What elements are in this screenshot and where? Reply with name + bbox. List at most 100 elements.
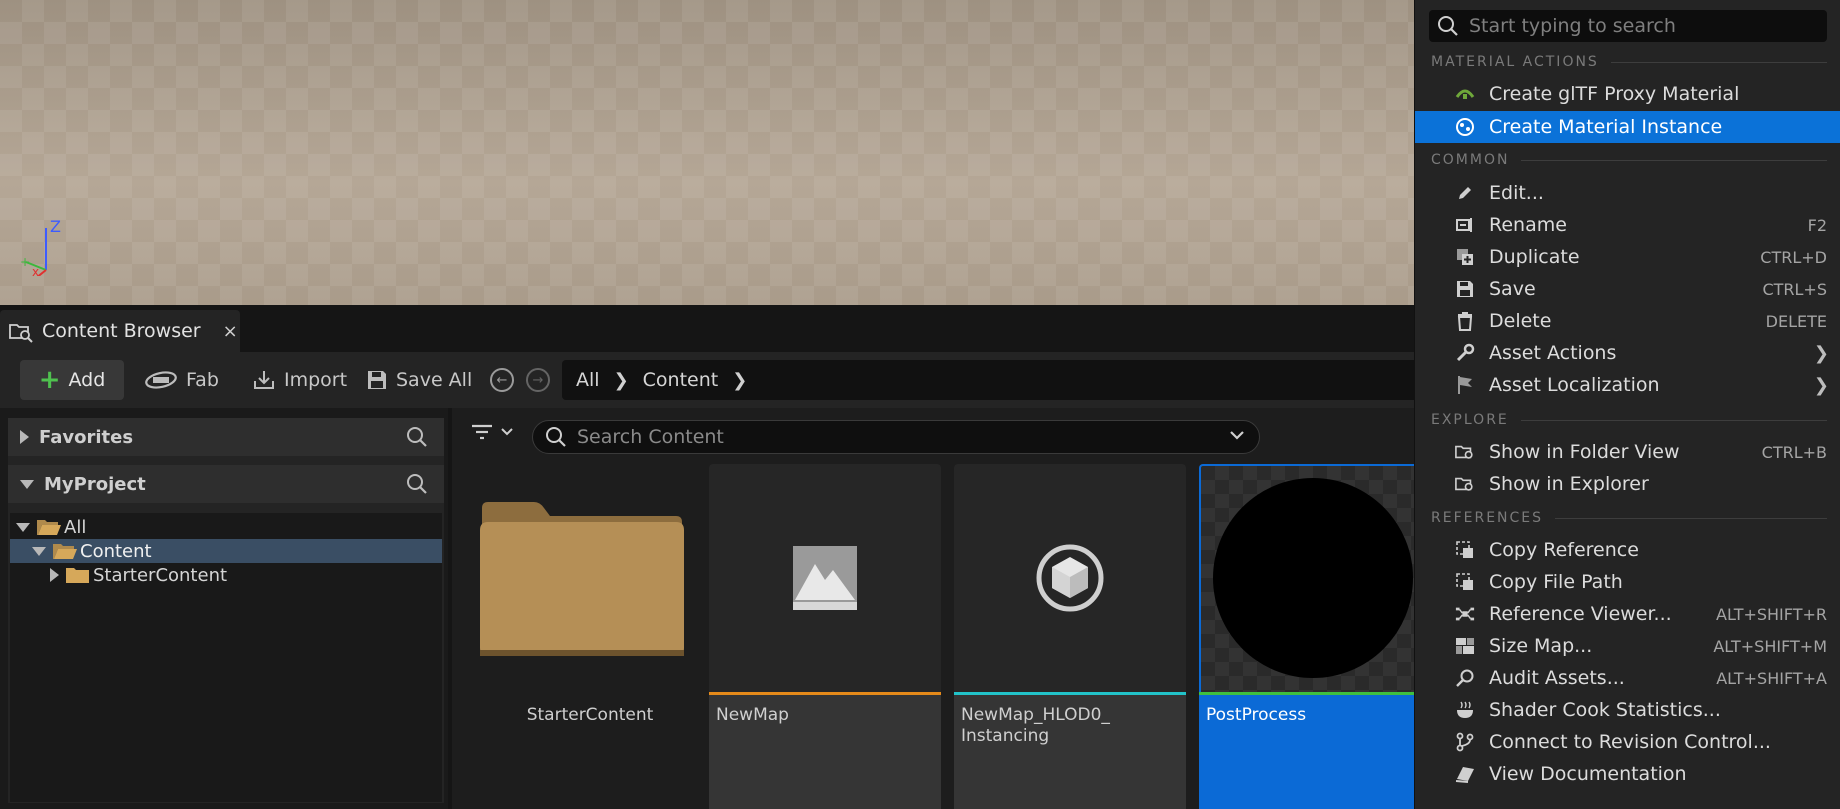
asset-thumbnail (709, 464, 941, 692)
collapsed-arrow-icon (50, 568, 59, 582)
favorites-header[interactable]: Favorites (8, 418, 444, 456)
fab-button[interactable]: Fab (136, 360, 227, 400)
asset-tile-hlod[interactable]: NewMap_HLOD0_ Instancing (954, 464, 1186, 809)
menu-item-label: Copy Reference (1489, 539, 1639, 561)
tab-content-browser[interactable]: Content Browser × (0, 310, 240, 352)
menu-item-shortcut: F2 (1807, 215, 1827, 235)
folder-tree: All Content StarterContent (10, 513, 442, 802)
tree-item-all[interactable]: All (10, 515, 442, 539)
import-button[interactable]: Import (244, 360, 355, 400)
menu-item-reference-viewer[interactable]: Reference Viewer... ALT+SHIFT+R (1415, 598, 1840, 630)
asset-info: PostProcess (1199, 695, 1431, 809)
back-arrow-icon[interactable]: ← (490, 368, 514, 392)
menu-item-label: Audit Assets... (1489, 667, 1625, 689)
search-icon[interactable] (406, 426, 428, 448)
folder-icon (66, 568, 89, 583)
tab-title: Content Browser (42, 320, 201, 342)
menu-item-rename[interactable]: Rename F2 (1415, 209, 1840, 241)
section-label: COMMON (1431, 152, 1510, 168)
tree-item-content[interactable]: Content (10, 539, 442, 563)
myproject-header[interactable]: MyProject (8, 465, 444, 503)
menu-item-label: Asset Actions (1489, 342, 1617, 364)
sources-panel-inner: Favorites MyProject All Content StarterC… (8, 418, 444, 803)
content-browser-icon (9, 324, 33, 343)
menu-item-save[interactable]: Save CTRL+S (1415, 273, 1840, 305)
menu-item-size-map[interactable]: Size Map... ALT+SHIFT+M (1415, 630, 1840, 662)
material-instance-icon (1455, 118, 1475, 136)
menu-item-label: Create glTF Proxy Material (1489, 83, 1740, 105)
menu-item-label: Edit... (1489, 182, 1544, 204)
menu-item-show-explorer[interactable]: Show in Explorer (1415, 468, 1840, 500)
context-menu: Start typing to search MATERIAL ACTIONS … (1414, 0, 1840, 809)
import-label: Import (284, 369, 348, 391)
add-label: Add (68, 369, 106, 391)
menu-item-view-documentation[interactable]: View Documentation (1415, 758, 1840, 790)
chevron-right-icon[interactable]: ❯ (614, 370, 629, 391)
level-viewport[interactable]: Z + x (0, 0, 1414, 305)
menu-item-audit-assets[interactable]: Audit Assets... ALT+SHIFT+A (1415, 662, 1840, 694)
asset-tile-postprocess[interactable]: PostProcess (1199, 464, 1431, 809)
rename-icon (1455, 216, 1475, 234)
menu-item-connect-revision-control[interactable]: Connect to Revision Control... (1415, 726, 1840, 758)
menu-item-label: Connect to Revision Control... (1489, 731, 1771, 753)
chevron-down-icon[interactable] (1229, 429, 1245, 441)
section-material-actions: MATERIAL ACTIONS (1431, 52, 1827, 72)
chevron-right-icon[interactable]: ❯ (732, 370, 747, 391)
asset-tile-startercontent[interactable]: StarterContent (474, 464, 706, 809)
section-label: REFERENCES (1431, 510, 1544, 526)
menu-item-label: Shader Cook Statistics... (1489, 699, 1721, 721)
svg-text:+: + (20, 255, 30, 269)
menu-item-create-gltf-proxy[interactable]: Create glTF Proxy Material (1415, 78, 1840, 110)
menu-item-delete[interactable]: Delete DELETE (1415, 305, 1840, 337)
save-icon (368, 371, 386, 389)
asset-info: NewMap (709, 695, 941, 809)
menu-item-shortcut: CTRL+S (1762, 279, 1827, 299)
folder-icon (480, 502, 684, 656)
menu-item-label: Show in Explorer (1489, 473, 1649, 495)
menu-item-create-material-instance[interactable]: Create Material Instance (1415, 111, 1840, 143)
duplicate-icon (1455, 248, 1475, 266)
divider (1520, 419, 1827, 421)
audit-icon (1455, 669, 1475, 687)
menu-item-asset-localization[interactable]: Asset Localization ❯ (1415, 369, 1840, 401)
tree-item-startercontent[interactable]: StarterContent (10, 563, 442, 587)
section-label: MATERIAL ACTIONS (1431, 54, 1599, 70)
menu-item-show-folder-view[interactable]: Show in Folder View CTRL+B (1415, 436, 1840, 468)
menu-item-edit[interactable]: Edit... (1415, 177, 1840, 209)
pencil-icon (1455, 184, 1475, 202)
trash-icon (1455, 312, 1475, 331)
menu-item-duplicate[interactable]: Duplicate CTRL+D (1415, 241, 1840, 273)
asset-view: Search Content StarterContent NewMap New… (452, 408, 1431, 809)
menu-item-label: Duplicate (1489, 246, 1580, 268)
menu-item-asset-actions[interactable]: Asset Actions ❯ (1415, 337, 1840, 369)
menu-item-copy-file-path[interactable]: Copy File Path (1415, 566, 1840, 598)
asset-name: NewMap_HLOD0_ (961, 705, 1110, 725)
tree-item-label: All (64, 516, 87, 538)
menu-search-input[interactable]: Start typing to search (1429, 10, 1827, 42)
copy-icon (1455, 573, 1475, 591)
fab-icon (145, 371, 177, 389)
add-button[interactable]: + Add (20, 360, 124, 400)
divider (1521, 159, 1827, 161)
section-common: COMMON (1431, 150, 1827, 170)
asset-name-line2: Instancing (961, 726, 1050, 746)
breadcrumb-all[interactable]: All (576, 369, 600, 391)
svg-text:Z: Z (50, 217, 61, 236)
save-all-button[interactable]: Save All (358, 360, 480, 400)
section-label: EXPLORE (1431, 412, 1509, 428)
menu-item-copy-reference[interactable]: Copy Reference (1415, 534, 1840, 566)
plus-icon: + (38, 365, 61, 395)
breadcrumb-content[interactable]: Content (643, 369, 719, 391)
project-label: MyProject (44, 473, 146, 495)
filter-button[interactable] (470, 422, 514, 442)
search-icon[interactable] (406, 473, 428, 495)
level-map-icon (793, 546, 857, 610)
menu-item-shader-cook-statistics[interactable]: Shader Cook Statistics... (1415, 694, 1840, 726)
content-browser-tabbar: Content Browser × (0, 310, 1414, 352)
forward-arrow-icon[interactable]: → (526, 368, 550, 392)
save-icon (1455, 280, 1475, 298)
flag-icon (1455, 376, 1475, 394)
asset-tile-newmap[interactable]: NewMap (709, 464, 941, 809)
search-content-input[interactable]: Search Content (532, 420, 1260, 454)
close-icon[interactable]: × (223, 321, 238, 342)
